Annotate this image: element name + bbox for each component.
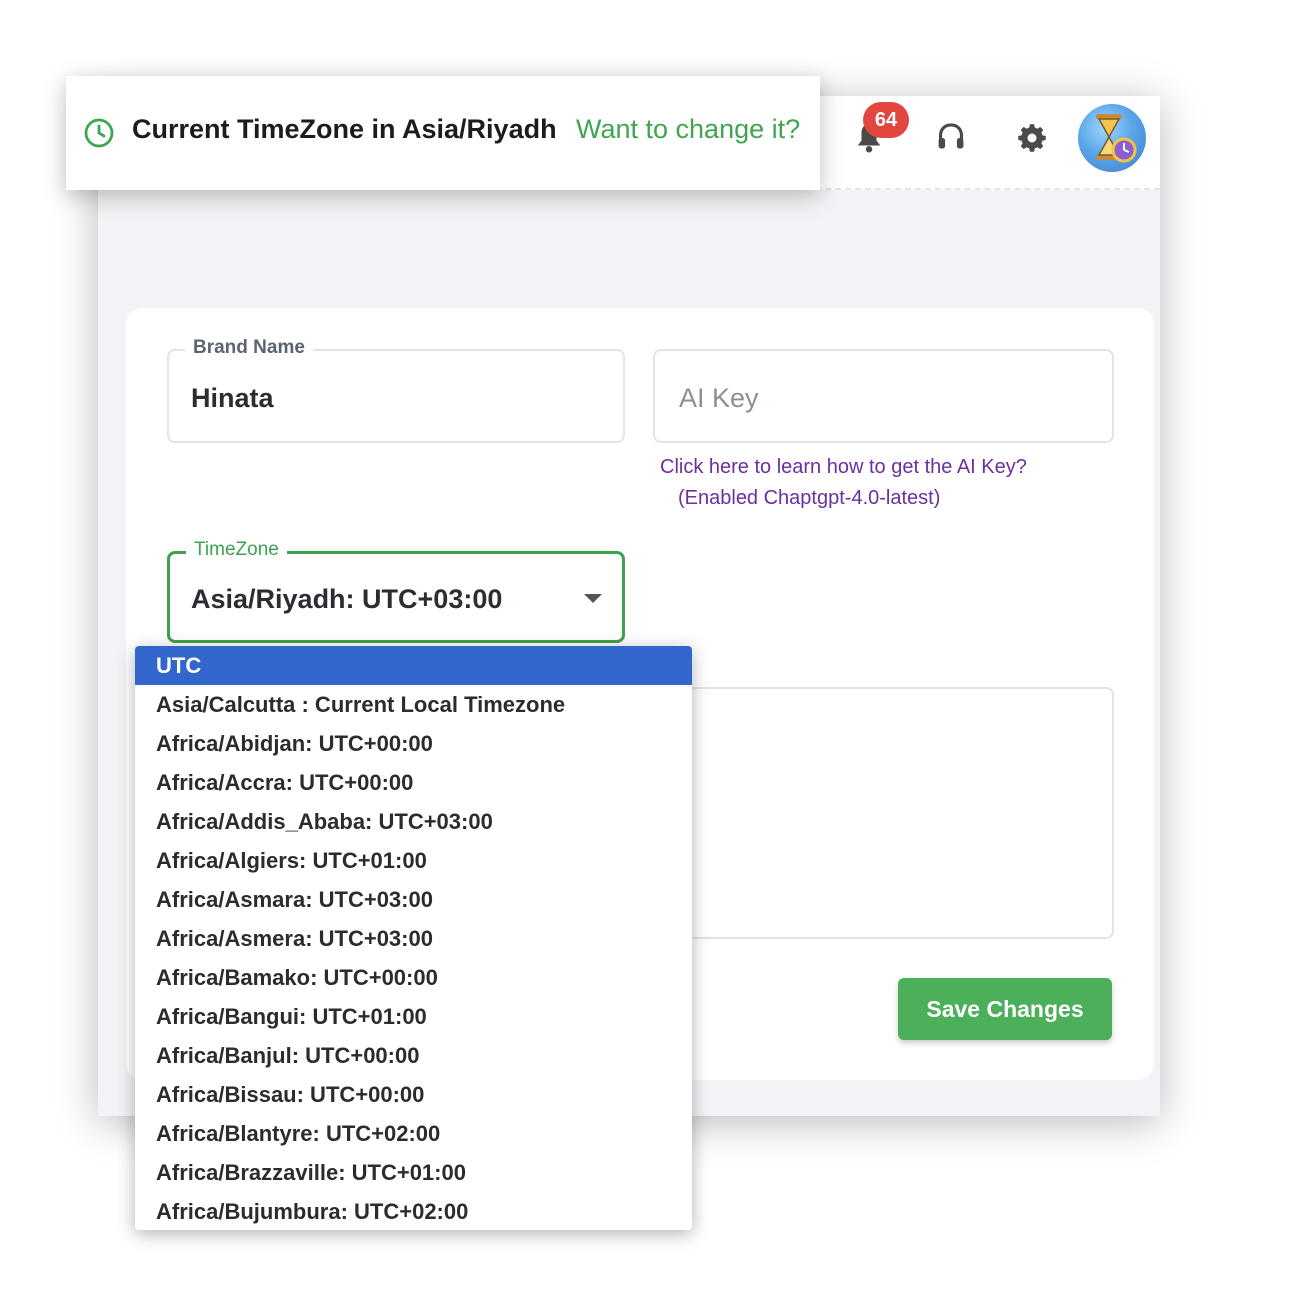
chevron-down-icon: [584, 594, 602, 603]
timezone-option[interactable]: Africa/Algiers: UTC+01:00: [135, 841, 692, 880]
timezone-option[interactable]: Africa/Accra: UTC+00:00: [135, 763, 692, 802]
save-button[interactable]: Save Changes: [898, 978, 1112, 1040]
timezone-option[interactable]: Africa/Banjul: UTC+00:00: [135, 1036, 692, 1075]
timezone-option[interactable]: Africa/Bujumbura: UTC+02:00: [135, 1192, 692, 1230]
settings-button[interactable]: [1011, 116, 1053, 160]
support-button[interactable]: [930, 116, 972, 160]
clock-icon: [84, 118, 114, 148]
timezone-value: Asia/Riyadh: UTC+03:00: [191, 584, 503, 614]
timezone-option[interactable]: Africa/Brazzaville: UTC+01:00: [135, 1153, 692, 1192]
ai-key-help-link[interactable]: Click here to learn how to get the AI Ke…: [660, 452, 1027, 482]
change-timezone-link[interactable]: Want to change it?: [576, 114, 800, 145]
timezone-toast: Current TimeZone in Asia/Riyadh Want to …: [66, 76, 820, 190]
headset-icon: [938, 123, 964, 149]
timezone-option[interactable]: Africa/Abidjan: UTC+00:00: [135, 724, 692, 763]
timezone-option[interactable]: UTC: [135, 646, 692, 685]
text-area[interactable]: [686, 687, 1114, 939]
timezone-label: TimeZone: [186, 539, 287, 561]
hourglass-clock-icon: [1096, 114, 1137, 163]
ai-key-field[interactable]: AI Key: [653, 349, 1114, 443]
timezone-option[interactable]: Africa/Addis_Ababa: UTC+03:00: [135, 802, 692, 841]
ai-key-help-note: (Enabled Chaptgpt-4.0-latest): [678, 487, 941, 509]
timezone-option[interactable]: Africa/Blantyre: UTC+02:00: [135, 1114, 692, 1153]
brand-name-value: Hinata: [191, 383, 274, 413]
gear-icon: [1018, 124, 1046, 152]
timezone-option[interactable]: Africa/Asmara: UTC+03:00: [135, 880, 692, 919]
ai-key-placeholder: AI Key: [679, 383, 759, 413]
timezone-option[interactable]: Africa/Bangui: UTC+01:00: [135, 997, 692, 1036]
timezone-select[interactable]: TimeZone Asia/Riyadh: UTC+03:00: [167, 539, 625, 643]
timezone-dropdown-list[interactable]: UTC Asia/Calcutta : Current Local Timezon…: [135, 646, 692, 1230]
timezone-option[interactable]: Africa/Asmera: UTC+03:00: [135, 919, 692, 958]
notification-count-badge: 64: [863, 102, 909, 138]
timezone-option[interactable]: Asia/Calcutta : Current Local Timezone: [135, 685, 692, 724]
toast-title: Current TimeZone in Asia/Riyadh: [132, 114, 557, 144]
brand-name-label: Brand Name: [185, 337, 313, 359]
timezone-option[interactable]: Africa/Bamako: UTC+00:00: [135, 958, 692, 997]
timezone-option[interactable]: Africa/Bissau: UTC+00:00: [135, 1075, 692, 1114]
brand-name-field[interactable]: Brand Name Hinata: [167, 337, 625, 443]
avatar[interactable]: [1078, 104, 1146, 172]
